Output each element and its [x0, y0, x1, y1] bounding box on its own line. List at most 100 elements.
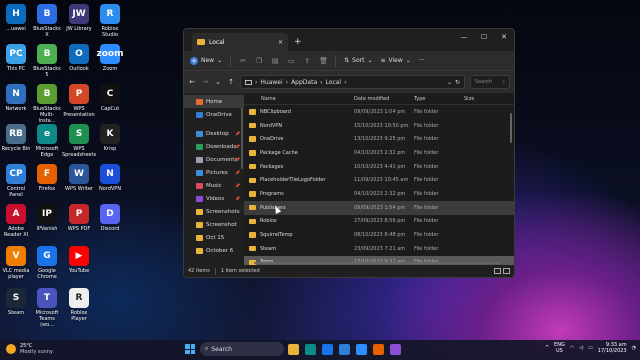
sidebar-item-home[interactable]: Home — [184, 95, 244, 108]
recent-chevron-icon[interactable]: ⌄ — [214, 78, 222, 86]
breadcrumb-huawei[interactable]: Huawei — [260, 79, 282, 86]
refresh-icon[interactable]: ↻ — [455, 79, 460, 86]
rename-icon[interactable]: ▭ — [287, 57, 295, 65]
battery-icon[interactable]: ▭ — [588, 345, 593, 351]
table-row[interactable]: Publishers 09/09/2023 1:54 pm File folder — [244, 200, 514, 215]
desktop-icon[interactable]: S WPS Spreadsheets — [62, 124, 96, 158]
copy-icon[interactable]: ❐ — [255, 57, 263, 65]
close-button[interactable]: ✕ — [494, 29, 514, 45]
table-row[interactable]: PlaceholderTileLogoFolder 11/09/2023 10:4… — [244, 173, 514, 187]
desktop-icon[interactable]: T Microsoft Teams (wo... — [32, 288, 62, 328]
start-button[interactable] — [184, 343, 196, 355]
edge-icon[interactable] — [305, 343, 316, 355]
column-date-modified[interactable]: Date modified — [354, 96, 414, 102]
clock[interactable]: 9:33 am 17/10/2023 — [598, 342, 627, 354]
desktop-icon[interactable]: R Roblox Player — [64, 288, 94, 322]
language-indicator[interactable]: ENG US — [554, 342, 565, 354]
breadcrumb-appdata[interactable]: AppData — [291, 79, 317, 86]
desktop-icon[interactable]: CP Control Panel — [1, 164, 31, 198]
desktop-icon[interactable]: R Roblox Studio — [95, 4, 125, 38]
desktop-icon[interactable]: zoom Zoom — [95, 44, 125, 72]
tiles-view-icon[interactable] — [503, 268, 510, 274]
desktop-icon[interactable]: ▶ YouTube — [64, 246, 94, 274]
file-explorer-icon[interactable] — [288, 343, 299, 355]
photos-icon[interactable] — [390, 343, 401, 355]
more-button[interactable]: ··· — [419, 57, 425, 64]
sidebar-item-desktop[interactable]: Desktop 📌 — [184, 127, 244, 140]
table-row[interactable]: OneDrive 13/10/2023 9:25 pm File folder — [244, 132, 514, 146]
forward-icon[interactable]: → — [201, 78, 209, 86]
desktop-icon[interactable]: H ...uawei — [1, 4, 31, 32]
vertical-scrollbar[interactable] — [510, 113, 512, 143]
chrome-icon[interactable] — [322, 343, 333, 355]
desktop-icon[interactable]: G Google Chrome — [32, 246, 62, 280]
new-button[interactable]: + New ⌄ — [190, 56, 222, 65]
paste-icon[interactable]: ▤ — [271, 57, 279, 65]
cut-icon[interactable]: ✂ — [239, 57, 247, 65]
address-bar[interactable]: › Huawei › AppData › Local › ⌄ ↻ — [240, 75, 465, 89]
tab-close-icon[interactable]: ✕ — [278, 39, 283, 46]
taskbar-search[interactable]: ⌕ Search — [200, 342, 284, 356]
desktop-icon[interactable]: S Steam — [1, 288, 31, 316]
sidebar-item-music[interactable]: Music 📌 — [184, 179, 244, 192]
desktop-icon[interactable]: B BlueStacks Multi-Insta... — [32, 84, 62, 124]
minimize-button[interactable]: — — [454, 29, 474, 45]
details-view-icon[interactable] — [494, 268, 501, 274]
desktop-icon[interactable]: B BlueStacks 5 — [32, 44, 62, 78]
desktop-icon[interactable]: N Network — [1, 84, 31, 112]
desktop-icon[interactable]: P WPS Presentation — [63, 84, 95, 118]
maximize-button[interactable]: ☐ — [474, 29, 494, 45]
sidebar-item-october-6[interactable]: October 6 — [184, 244, 244, 257]
notification-icon[interactable]: ◔ — [632, 345, 636, 351]
table-row[interactable]: NBClipboard 09/09/2023 1:04 pm File folder — [244, 105, 514, 119]
desktop-icon[interactable]: IP IPVanish — [32, 204, 62, 232]
table-row[interactable]: Packages 10/10/2023 4:41 pm File folder — [244, 160, 514, 174]
delete-icon[interactable]: 🗑 — [319, 57, 328, 65]
sidebar-item-screenshots[interactable]: Screenshots — [184, 205, 244, 218]
wifi-icon[interactable]: ◠ — [570, 345, 574, 351]
desktop-icon[interactable]: D Discord — [95, 204, 125, 232]
desktop-icon[interactable]: A Adobe Reader XI — [1, 204, 31, 238]
sidebar-item-onedrive[interactable]: OneDrive — [184, 108, 244, 121]
breadcrumb-local[interactable]: Local — [326, 79, 342, 86]
chevron-down-icon[interactable]: ⌄ — [447, 79, 452, 86]
desktop-icon[interactable]: PC This PC — [1, 44, 31, 72]
column-type[interactable]: Type — [414, 96, 464, 102]
chevron-up-icon[interactable]: ^ — [545, 345, 549, 351]
desktop-icon[interactable]: V VLC media player — [1, 246, 31, 280]
table-row[interactable]: Programs 04/10/2023 2:32 pm File folder — [244, 187, 514, 201]
sidebar-item-oct-15[interactable]: Oct 15 — [184, 231, 244, 244]
search-input[interactable]: Search ⌕ — [470, 75, 510, 89]
table-row[interactable]: Steam 23/09/2023 7:21 am File folder — [244, 242, 514, 256]
sidebar-item-downloads[interactable]: Downloads 📌 — [184, 140, 244, 153]
column-size[interactable]: Size — [464, 96, 494, 102]
column-name[interactable]: Name — [249, 96, 354, 102]
sort-button[interactable]: ⇅ Sort ⌄ — [344, 57, 372, 64]
sidebar-item-screenshot[interactable]: Screenshot — [184, 218, 244, 231]
table-row[interactable]: Package Cache 04/10/2023 2:32 pm File fold… — [244, 146, 514, 160]
up-icon[interactable]: ↑ — [227, 78, 235, 86]
desktop-icon[interactable]: K Krisp — [95, 124, 125, 152]
desktop-icon[interactable]: C CapCut — [95, 84, 125, 112]
store-icon[interactable] — [339, 343, 350, 355]
table-row[interactable]: NordVPN 15/10/2023 10:50 pm File folder — [244, 119, 514, 133]
sidebar-item-documents[interactable]: Documents 📌 — [184, 153, 244, 166]
desktop-icon[interactable]: e Microsoft Edge — [32, 124, 62, 158]
desktop-icon[interactable]: B BlueStacks X — [32, 4, 62, 38]
sidebar-item-pictures[interactable]: Pictures 📌 — [184, 166, 244, 179]
weather-widget[interactable]: 25°C Mostly sunny — [6, 343, 53, 355]
table-row[interactable]: SquirrelTemp 08/10/2023 8:48 pm File folde… — [244, 228, 514, 242]
desktop-icon[interactable]: RB Recycle Bin — [1, 124, 31, 152]
desktop-icon[interactable]: F Firefox — [32, 164, 62, 192]
share-icon[interactable]: ⇪ — [303, 57, 311, 65]
back-icon[interactable]: ← — [188, 78, 196, 86]
view-button[interactable]: ≡ View ⌄ — [381, 57, 411, 64]
firefox-icon[interactable] — [373, 343, 384, 355]
horizontal-scrollbar[interactable] — [254, 262, 500, 264]
volume-icon[interactable]: ◁ — [579, 345, 583, 351]
sidebar-item-videos[interactable]: Videos 📌 — [184, 192, 244, 205]
desktop-icon[interactable]: W WPS Writer — [64, 164, 94, 192]
new-tab-button[interactable]: + — [294, 37, 302, 47]
tab-local[interactable]: Local ✕ — [192, 33, 288, 51]
table-row[interactable]: Roblox 27/09/2023 8:56 pm File folder — [244, 215, 514, 229]
